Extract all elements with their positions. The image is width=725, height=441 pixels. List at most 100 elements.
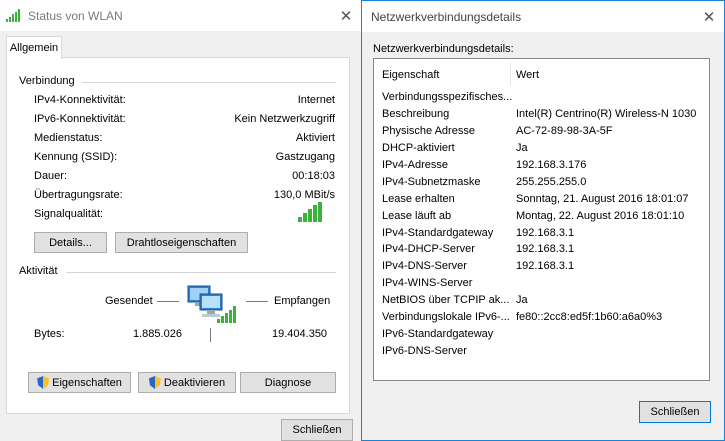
property-cell: IPv4-DNS-Server	[382, 260, 467, 273]
column-separator[interactable]	[510, 63, 511, 85]
connection-row-value: 00:18:03	[292, 170, 335, 182]
value-cell: Sonntag, 21. August 2016 18:01:07	[516, 192, 689, 205]
value-cell: 255.255.255.0	[516, 175, 587, 188]
wireless-properties-button[interactable]: Drahtloseigenschaften	[115, 232, 248, 253]
activity-section-title: Aktivität	[19, 265, 58, 277]
table-row[interactable]: Physische Adresse AC-72-89-98-3A-5F	[382, 123, 696, 140]
details-button[interactable]: Details...	[34, 232, 107, 253]
table-row[interactable]: DHCP-aktiviert Ja	[382, 140, 696, 157]
connection-row-label: Kennung (SSID):	[34, 151, 118, 163]
connection-row-label: Übertragungsrate:	[34, 189, 123, 201]
property-cell: Verbindungsspezifisches...	[382, 91, 513, 104]
value-cell: fe80::2cc8:ed5f:1b60:a6a0%3	[516, 311, 663, 324]
property-cell: IPv4-DHCP-Server	[382, 243, 475, 256]
wlan-status-window: Status von WLAN ✕ Allgemein Verbindung I…	[0, 0, 361, 441]
disable-button[interactable]: Deaktivieren	[138, 372, 236, 393]
close-icon[interactable]: ✕	[331, 0, 361, 31]
details-heading: Netzwerkverbindungsdetails:	[373, 43, 514, 55]
value-cell: AC-72-89-98-3A-5F	[516, 125, 613, 138]
property-cell: IPv6-Standardgateway	[382, 327, 494, 340]
received-line	[246, 301, 268, 302]
details-titlebar[interactable]: Netzwerkverbindungsdetails ✕	[362, 1, 724, 32]
table-row[interactable]: IPv6-Standardgateway	[382, 325, 696, 342]
value-cell: Ja	[516, 294, 528, 307]
details-table: Verbindungsspezifisches... Beschreibung In…	[382, 89, 696, 359]
value-cell	[516, 89, 696, 106]
connection-row-value: Kein Netzwerkzugriff	[234, 113, 335, 125]
connection-row-label: IPv6-Konnektivität:	[34, 113, 126, 125]
table-row[interactable]: NetBIOS über TCPIP ak... Ja	[382, 292, 696, 309]
table-row[interactable]: IPv4-Adresse 192.168.3.176	[382, 157, 696, 174]
column-header-value[interactable]: Wert	[516, 69, 539, 81]
signal-quality-label: Signalqualität:	[34, 208, 104, 220]
property-cell: IPv6-DNS-Server	[382, 344, 467, 357]
table-row[interactable]: IPv4-Subnetzmaske 255.255.255.0	[382, 173, 696, 190]
close-icon[interactable]: ✕	[694, 1, 724, 32]
table-row[interactable]: IPv4-Standardgateway 192.168.3.1	[382, 224, 696, 241]
property-cell: Physische Adresse	[382, 125, 475, 138]
window-title: Status von WLAN	[28, 9, 123, 23]
table-row[interactable]: Lease läuft ab Montag, 22. August 2016 18…	[382, 207, 696, 224]
column-header-property[interactable]: Eigenschaft	[382, 69, 439, 81]
property-cell: IPv4-WINS-Server	[382, 277, 473, 290]
value-cell: Intel(R) Centrino(R) Wireless-N 1030	[516, 108, 697, 121]
connection-section-title: Verbindung	[19, 75, 75, 87]
tab-general[interactable]: Allgemein	[6, 36, 62, 59]
property-cell: IPv4-Subnetzmaske	[382, 175, 481, 188]
value-cell	[516, 275, 696, 292]
value-cell: Montag, 22. August 2016 18:01:10	[516, 209, 685, 222]
property-cell: Verbindungslokale IPv6-...	[382, 311, 510, 324]
diagnose-button[interactable]: Diagnose	[240, 372, 336, 393]
table-row[interactable]: Verbindungslokale IPv6-... fe80::2cc8:ed5…	[382, 309, 696, 326]
details-close-button[interactable]: Schließen	[639, 401, 711, 423]
table-row[interactable]: Beschreibung Intel(R) Centrino(R) Wireles…	[382, 106, 696, 123]
list-header: Eigenschaft Wert	[374, 59, 709, 89]
bytes-label: Bytes:	[34, 328, 65, 340]
property-cell: NetBIOS über TCPIP ak...	[382, 294, 510, 307]
received-label: Empfangen	[274, 295, 331, 307]
property-cell: Lease erhalten	[382, 192, 455, 205]
disable-button-label: Deaktivieren	[163, 376, 226, 389]
properties-button[interactable]: Eigenschaften	[28, 372, 131, 393]
table-row[interactable]: IPv6-DNS-Server	[382, 342, 696, 359]
table-row[interactable]: Verbindungsspezifisches...	[382, 89, 696, 106]
wlan-close-button[interactable]: Schließen	[281, 419, 353, 441]
bytes-sent-value: 1.885.026	[133, 328, 182, 340]
properties-button-label: Eigenschaften	[52, 376, 122, 389]
connection-row-label: Dauer:	[34, 170, 68, 182]
sent-line	[157, 301, 179, 302]
table-row[interactable]: IPv4-DNS-Server 192.168.3.1	[382, 258, 696, 275]
activity-divider	[66, 272, 336, 273]
sent-label: Gesendet	[105, 295, 153, 307]
shield-icon	[37, 376, 50, 389]
bytes-received-value: 19.404.350	[272, 328, 328, 340]
value-cell: Ja	[516, 142, 528, 155]
connection-divider	[82, 82, 336, 83]
connection-row-value: 130,0 MBit/s	[273, 189, 335, 201]
details-list[interactable]: Eigenschaft Wert Verbindungsspezifisches…	[373, 58, 710, 381]
value-cell	[516, 342, 696, 359]
property-cell: DHCP-aktiviert	[382, 142, 455, 155]
shield-icon	[148, 376, 161, 389]
connection-row-label: Medienstatus:	[34, 132, 103, 144]
bytes-divider	[210, 328, 211, 342]
connection-row-value: Internet	[297, 94, 335, 106]
table-row[interactable]: IPv4-DHCP-Server 192.168.3.1	[382, 241, 696, 258]
property-cell: Lease läuft ab	[382, 209, 452, 222]
property-cell: Beschreibung	[382, 108, 450, 121]
wifi-signal-icon	[6, 9, 22, 22]
signal-quality-icon	[298, 202, 324, 222]
value-cell: 192.168.3.1	[516, 260, 575, 273]
value-cell: 192.168.3.176	[516, 159, 587, 171]
value-cell: 192.168.3.1	[516, 243, 575, 256]
value-cell	[516, 325, 696, 342]
value-cell: 192.168.3.1	[516, 226, 575, 239]
wlan-titlebar[interactable]: Status von WLAN ✕	[0, 0, 361, 31]
table-row[interactable]: Lease erhalten Sonntag, 21. August 2016 1…	[382, 190, 696, 207]
window-title: Netzwerkverbindungsdetails	[371, 10, 522, 24]
table-row[interactable]: IPv4-WINS-Server	[382, 275, 696, 292]
property-cell: IPv4-Adresse	[382, 159, 449, 171]
network-details-window: Netzwerkverbindungsdetails ✕ Netzwerkver…	[361, 0, 725, 441]
connection-row-value: Gastzugang	[275, 151, 335, 163]
connection-row-label: IPv4-Konnektivität:	[34, 94, 126, 106]
